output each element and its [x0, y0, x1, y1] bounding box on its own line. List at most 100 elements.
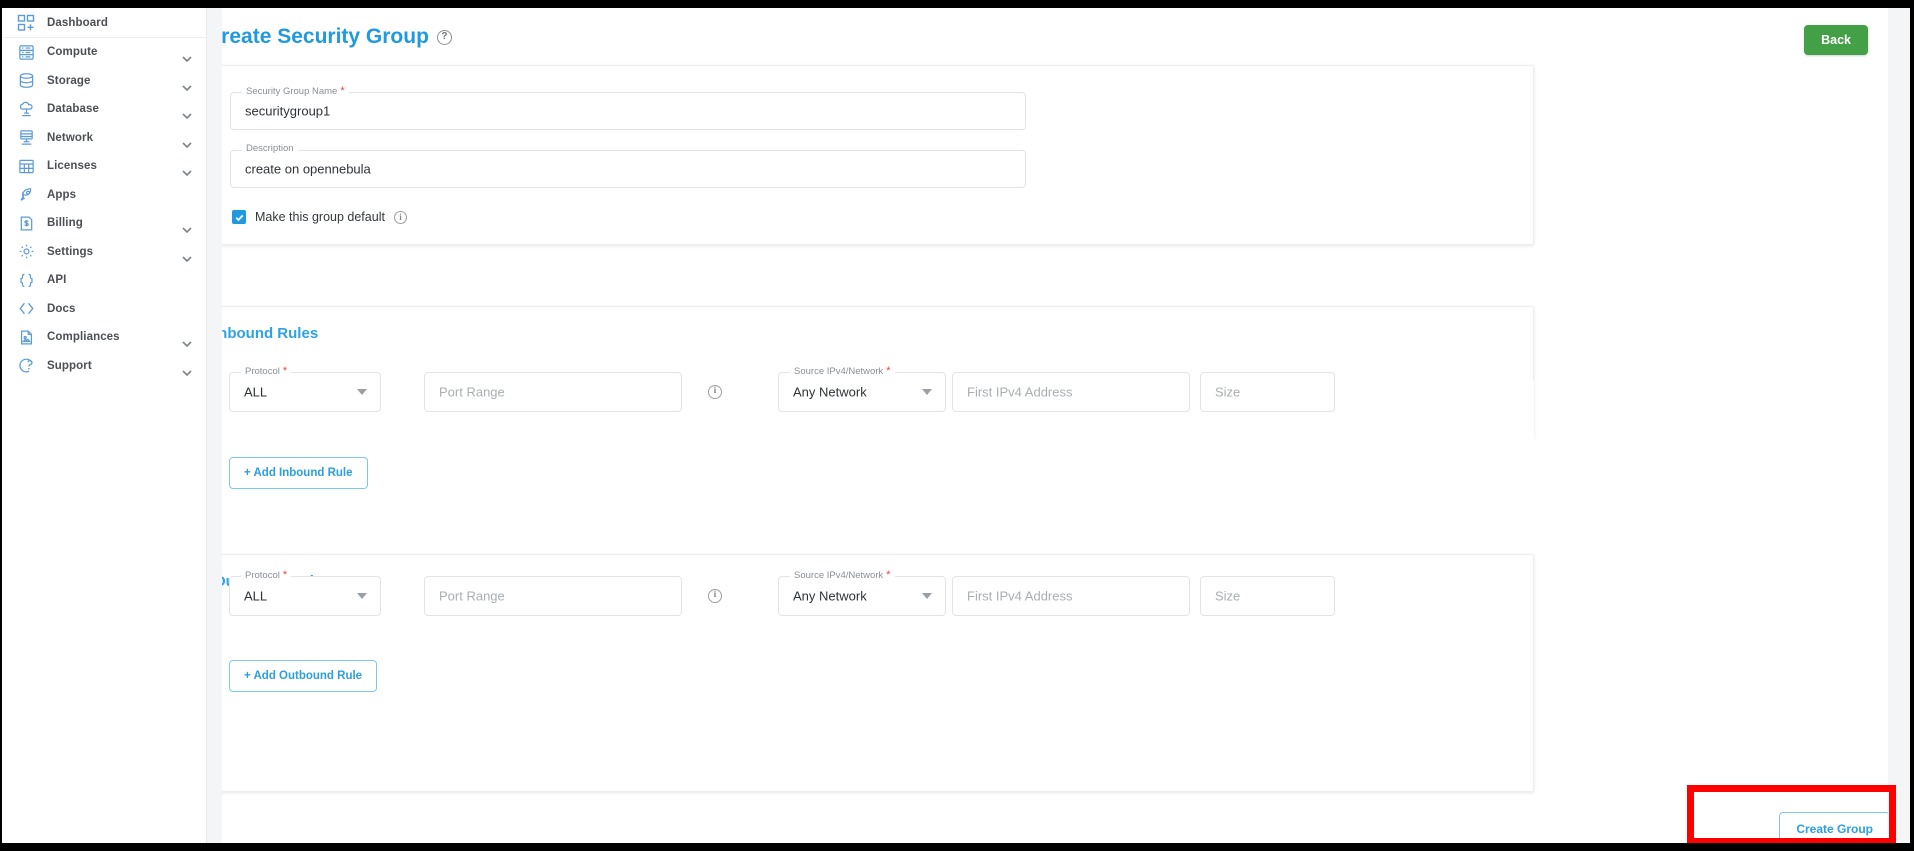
- inbound-rules-title: Inbound Rules: [222, 325, 319, 342]
- outbound-size-input[interactable]: Size: [1200, 576, 1335, 616]
- main-content: Create Security Group ? Back Security Gr…: [222, 8, 1910, 843]
- screen-edge-bottom: [0, 843, 1914, 851]
- braces-icon: [16, 270, 36, 290]
- details-card: Security Group Name * securitygroup1 Des…: [222, 65, 1534, 245]
- outbound-port-range-input[interactable]: Port Range: [424, 576, 682, 616]
- outbound-protocol-value: ALL: [244, 588, 268, 604]
- sidebar-item-settings[interactable]: Settings: [2, 238, 206, 267]
- inbound-source-select[interactable]: Source IPv4/Network * Any Network: [778, 366, 946, 412]
- sidebar-item-label: Apps: [47, 188, 77, 201]
- create-group-button[interactable]: Create Group: [1779, 812, 1890, 843]
- sidebar-item-apps[interactable]: Apps: [2, 181, 206, 210]
- security-group-name-field[interactable]: Security Group Name * securitygroup1: [230, 86, 1026, 130]
- grid-table-icon: [16, 156, 36, 176]
- outbound-port-info-icon[interactable]: i: [708, 589, 722, 603]
- sidebar-item-label: Settings: [47, 245, 94, 258]
- page-right-rail[interactable]: [1888, 8, 1910, 843]
- field-legend: Protocol *: [241, 570, 292, 581]
- sidebar-item-label: Network: [47, 131, 94, 144]
- sidebar: Dashboard Compute Storage Database Netwo…: [2, 8, 207, 843]
- sidebar-item-network[interactable]: Network: [2, 124, 206, 153]
- inbound-size-input[interactable]: Size: [1200, 372, 1335, 412]
- database-stack-icon: [16, 71, 36, 91]
- sidebar-item-label: Docs: [47, 302, 76, 315]
- sidebar-item-label: API: [47, 274, 67, 287]
- server-icon: [16, 42, 36, 62]
- inbound-protocol-select[interactable]: Protocol * ALL: [229, 366, 381, 412]
- question-mark-icon[interactable]: ?: [436, 29, 452, 45]
- add-outbound-rule-button[interactable]: + Add Outbound Rule: [229, 660, 378, 692]
- database-cloud-icon: [16, 99, 36, 119]
- inbound-port-range-input[interactable]: Port Range: [424, 372, 682, 412]
- sidebar-item-billing[interactable]: Billing: [2, 209, 206, 238]
- inbound-port-info-icon[interactable]: i: [708, 385, 722, 399]
- field-legend: Security Group Name *: [242, 86, 349, 97]
- outbound-source-value: Any Network: [793, 588, 867, 604]
- outbound-protocol-select[interactable]: Protocol * ALL: [229, 570, 381, 616]
- sidebar-item-licenses[interactable]: Licenses: [2, 152, 206, 181]
- chevron-down-icon: [182, 49, 192, 63]
- make-default-row: Make this group default i: [232, 210, 407, 224]
- field-legend: Source IPv4/Network *: [790, 366, 895, 377]
- outbound-first-ipv4-placeholder: First IPv4 Address: [967, 588, 1073, 604]
- description-field[interactable]: Description create on opennebula: [230, 144, 1026, 188]
- outbound-first-ipv4-input[interactable]: First IPv4 Address: [952, 576, 1190, 616]
- sidebar-item-compute[interactable]: Compute: [2, 38, 206, 67]
- field-legend: Source IPv4/Network *: [790, 570, 895, 581]
- chevron-down-icon: [182, 163, 192, 177]
- security-group-name-value: securitygroup1: [245, 103, 331, 119]
- sidebar-item-label: Billing: [47, 217, 83, 230]
- chevron-down-icon: [922, 389, 932, 395]
- screen-edge-left: [0, 0, 2, 851]
- sidebar-item-label: Licenses: [47, 160, 98, 173]
- add-inbound-rule-button[interactable]: + Add Inbound Rule: [229, 457, 368, 489]
- inbound-first-ipv4-placeholder: First IPv4 Address: [967, 384, 1073, 400]
- outbound-port-range-placeholder: Port Range: [439, 588, 505, 604]
- chevron-down-icon: [357, 593, 367, 599]
- sidebar-item-label: Compliances: [47, 331, 120, 344]
- sidebar-item-database[interactable]: Database: [2, 95, 206, 124]
- dashboard-add-icon: [16, 13, 36, 33]
- inbound-port-range-placeholder: Port Range: [439, 384, 505, 400]
- make-default-checkbox[interactable]: [232, 210, 246, 224]
- sidebar-item-label: Dashboard: [47, 16, 108, 29]
- sidebar-item-api[interactable]: API: [2, 266, 206, 295]
- invoice-dollar-icon: [16, 213, 36, 233]
- chevron-down-icon: [922, 593, 932, 599]
- chevron-down-icon: [182, 78, 192, 91]
- inbound-first-ipv4-input[interactable]: First IPv4 Address: [952, 372, 1190, 412]
- page-title: Create Security Group: [222, 25, 429, 48]
- page-gutter: [207, 8, 222, 843]
- inbound-protocol-value: ALL: [244, 384, 268, 400]
- info-icon[interactable]: i: [393, 210, 407, 224]
- sidebar-item-docs[interactable]: Docs: [2, 295, 206, 324]
- lifebuoy-icon: [16, 356, 36, 376]
- sidebar-item-support[interactable]: Support: [2, 352, 206, 381]
- gear-icon: [16, 242, 36, 262]
- sidebar-item-label: Compute: [47, 46, 98, 59]
- sidebar-item-label: Support: [47, 359, 92, 372]
- chevron-down-icon: [182, 334, 192, 348]
- sidebar-item-compliances[interactable]: Compliances: [2, 323, 206, 352]
- back-button[interactable]: Back: [1804, 25, 1868, 55]
- sidebar-item-label: Database: [47, 103, 99, 116]
- chevron-down-icon: [182, 363, 192, 376]
- description-value: create on opennebula: [245, 161, 371, 177]
- screen-edge-top: [0, 0, 1914, 8]
- screenshot-root: Dashboard Compute Storage Database Netwo…: [0, 0, 1914, 851]
- outbound-size-placeholder: Size: [1215, 588, 1241, 604]
- sidebar-item-storage[interactable]: Storage: [2, 67, 206, 96]
- sidebar-item-dashboard[interactable]: Dashboard: [2, 8, 206, 38]
- inbound-source-value: Any Network: [793, 384, 867, 400]
- chevron-down-icon: [357, 389, 367, 395]
- field-legend: Description: [242, 144, 298, 154]
- code-angle-icon: [16, 299, 36, 319]
- chevron-down-icon: [182, 135, 192, 148]
- page-header: Create Security Group ? Back: [222, 8, 1910, 70]
- rocket-icon: [16, 185, 36, 205]
- document-icon: [16, 327, 36, 347]
- network-icon: [16, 128, 36, 148]
- make-default-label: Make this group default: [255, 210, 385, 224]
- outbound-source-select[interactable]: Source IPv4/Network * Any Network: [778, 570, 946, 616]
- chevron-down-icon: [182, 249, 192, 262]
